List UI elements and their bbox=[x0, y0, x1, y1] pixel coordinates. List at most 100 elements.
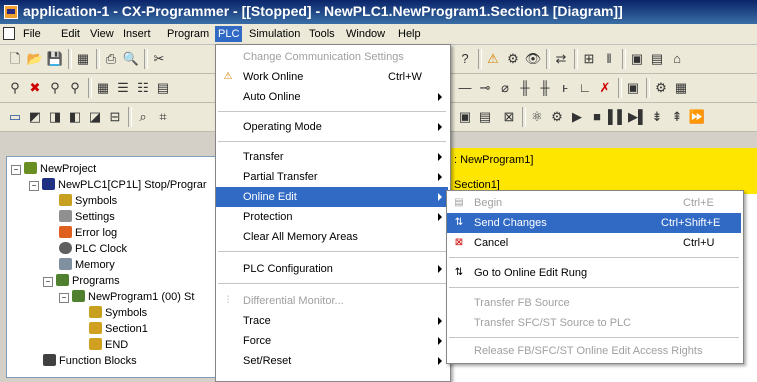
coil-nc-icon[interactable]: ⌀ bbox=[496, 79, 514, 97]
save-icon[interactable]: 💾 bbox=[46, 50, 64, 68]
play-icon[interactable]: ▶ bbox=[568, 108, 586, 126]
step-icon[interactable]: ▣ bbox=[456, 108, 474, 126]
collapse-icon[interactable]: − bbox=[43, 277, 53, 287]
menu-plc[interactable]: PLC bbox=[215, 26, 243, 42]
menu-item-force[interactable]: Force bbox=[216, 331, 448, 351]
run-icon[interactable]: ⊠ bbox=[500, 108, 518, 126]
pause-sim-icon[interactable]: ▌▌ bbox=[608, 108, 626, 126]
zoom-in-icon[interactable]: ⚲ bbox=[46, 79, 64, 97]
stop-icon[interactable]: ■ bbox=[588, 108, 606, 126]
new-file-icon[interactable]: 🗋 bbox=[6, 50, 24, 68]
compare-icon[interactable]: ⊞ bbox=[580, 50, 598, 68]
zoom-fit-icon[interactable]: ⚲ bbox=[66, 79, 84, 97]
menu-edit[interactable]: Edit bbox=[58, 26, 83, 42]
line-icon[interactable]: ∟ bbox=[576, 79, 594, 97]
address-icon[interactable]: ⊟ bbox=[106, 108, 124, 126]
sim-icon[interactable]: ⚛ bbox=[528, 108, 546, 126]
collapse-icon[interactable]: − bbox=[11, 165, 21, 175]
grid-icon[interactable]: ▦ bbox=[94, 79, 112, 97]
menu-simulation[interactable]: Simulation bbox=[246, 26, 303, 42]
tree-item-error-log[interactable]: Error log bbox=[59, 225, 117, 241]
print-icon[interactable]: ⎙ bbox=[102, 50, 120, 68]
transfer-icon[interactable]: ⇄ bbox=[552, 50, 570, 68]
contact-or-nc-icon[interactable]: ╫ bbox=[536, 79, 554, 97]
submenu-item-send-changes[interactable]: ⇅ Send Changes Ctrl+Shift+E bbox=[447, 213, 741, 233]
menu-tools[interactable]: Tools bbox=[306, 26, 338, 42]
document-icon[interactable] bbox=[3, 27, 15, 40]
coil-icon[interactable]: ⊸ bbox=[476, 79, 494, 97]
menu-item-trace[interactable]: Trace bbox=[216, 311, 448, 331]
menu-view[interactable]: View bbox=[87, 26, 117, 42]
tree-program-symbols[interactable]: Symbols bbox=[89, 305, 147, 321]
submenu-item-cancel[interactable]: ⊠ Cancel Ctrl+U bbox=[447, 233, 741, 253]
download-icon[interactable]: ▤ bbox=[648, 50, 666, 68]
submenu-item-begin[interactable]: ▤ Begin Ctrl+E bbox=[447, 193, 741, 213]
menu-help[interactable]: Help bbox=[395, 26, 424, 42]
tree-item-symbols[interactable]: Symbols bbox=[59, 193, 117, 209]
find-icon[interactable]: ⌕ bbox=[134, 108, 152, 126]
break-icon[interactable]: ⇟ bbox=[648, 108, 666, 126]
step-into-icon[interactable]: ▤ bbox=[476, 108, 494, 126]
tree-end[interactable]: END bbox=[89, 337, 128, 353]
online-icon[interactable]: ⚙ bbox=[504, 50, 522, 68]
project-icon[interactable]: ◩ bbox=[26, 108, 44, 126]
collapse-icon[interactable]: − bbox=[29, 181, 39, 191]
menu-item-auto-online[interactable]: Auto Online bbox=[216, 87, 448, 107]
warning-icon[interactable]: ⚠ bbox=[484, 50, 502, 68]
menu-item-differential-monitor[interactable]: ⫶ Differential Monitor... bbox=[216, 291, 448, 311]
tree-item-programs[interactable]: − Programs bbox=[43, 273, 120, 289]
menu-program[interactable]: Program bbox=[164, 26, 212, 42]
menu-item-online-edit[interactable]: Online Edit bbox=[216, 187, 448, 207]
menu-item-set-reset[interactable]: Set/Reset bbox=[216, 351, 448, 371]
upload-icon[interactable]: ▣ bbox=[628, 50, 646, 68]
menu-item-change-comm[interactable]: Change Communication Settings bbox=[216, 47, 448, 67]
submenu-item-go-to-rung[interactable]: ⇅ Go to Online Edit Rung bbox=[447, 263, 741, 283]
sim-settings-icon[interactable]: ⚙ bbox=[548, 108, 566, 126]
output-icon[interactable]: ◨ bbox=[46, 108, 64, 126]
watch-icon[interactable]: ◧ bbox=[66, 108, 84, 126]
tree-item-plc-clock[interactable]: PLC Clock bbox=[59, 241, 127, 257]
instruction-icon[interactable]: ⱶ bbox=[556, 79, 574, 97]
list-icon[interactable]: ☷ bbox=[134, 79, 152, 97]
menu-item-clear-memory[interactable]: Clear All Memory Areas bbox=[216, 227, 448, 247]
submenu-item-transfer-fb[interactable]: Transfer FB Source bbox=[447, 293, 741, 313]
tree-program[interactable]: − NewProgram1 (00) St bbox=[59, 289, 194, 305]
comment-icon[interactable]: ☰ bbox=[114, 79, 132, 97]
table-icon[interactable]: ▤ bbox=[154, 79, 172, 97]
collapse-icon[interactable]: − bbox=[59, 293, 69, 303]
menu-insert[interactable]: Insert bbox=[120, 26, 154, 42]
replace-icon[interactable]: ⌗ bbox=[154, 108, 172, 126]
submenu-item-transfer-sfc-st[interactable]: Transfer SFC/ST Source to PLC bbox=[447, 313, 741, 333]
cut-icon[interactable]: ✂ bbox=[150, 50, 168, 68]
menu-item-operating-mode[interactable]: Operating Mode bbox=[216, 117, 448, 137]
print-preview-icon[interactable]: 🔍 bbox=[122, 50, 140, 68]
calendar-icon[interactable]: ▦ bbox=[672, 79, 690, 97]
verify-icon[interactable]: ⌂ bbox=[668, 50, 686, 68]
delete-line-icon[interactable]: ✗ bbox=[596, 79, 614, 97]
monitor-icon[interactable]: 👁 bbox=[524, 50, 542, 68]
open-folder-icon[interactable]: 📂 bbox=[26, 50, 44, 68]
submenu-item-release-rights[interactable]: Release FB/SFC/ST Online Edit Access Rig… bbox=[447, 341, 741, 361]
menu-file[interactable]: File bbox=[20, 26, 44, 42]
menu-item-partial-transfer[interactable]: Partial Transfer bbox=[216, 167, 448, 187]
zoom-icon[interactable]: ⚲ bbox=[6, 79, 24, 97]
menu-window[interactable]: Window bbox=[343, 26, 388, 42]
tree-section1[interactable]: Section1 bbox=[89, 321, 148, 337]
zoom-out-icon[interactable]: ✖ bbox=[26, 79, 44, 97]
tree-plc[interactable]: − NewPLC1[CP1L] Stop/Prograr bbox=[29, 177, 207, 193]
properties-icon[interactable]: ▦ bbox=[74, 50, 92, 68]
step-run-icon[interactable]: ▶▌ bbox=[628, 108, 647, 126]
tree-function-blocks[interactable]: Function Blocks bbox=[43, 353, 137, 369]
menu-item-transfer[interactable]: Transfer bbox=[216, 147, 448, 167]
menu-item-protection[interactable]: Protection bbox=[216, 207, 448, 227]
pause-icon[interactable]: ‖ bbox=[600, 50, 618, 68]
tree-item-settings[interactable]: Settings bbox=[59, 209, 115, 225]
break-all-icon[interactable]: ⇞ bbox=[668, 108, 686, 126]
contact-no-icon[interactable]: — bbox=[456, 79, 474, 97]
function-block-icon[interactable]: ▣ bbox=[624, 79, 642, 97]
window-icon[interactable]: ▭ bbox=[6, 108, 24, 126]
tree-item-memory[interactable]: Memory bbox=[59, 257, 115, 273]
settings-icon[interactable]: ⚙ bbox=[652, 79, 670, 97]
menu-item-plc-configuration[interactable]: PLC Configuration bbox=[216, 259, 448, 279]
contact-or-icon[interactable]: ╫ bbox=[516, 79, 534, 97]
